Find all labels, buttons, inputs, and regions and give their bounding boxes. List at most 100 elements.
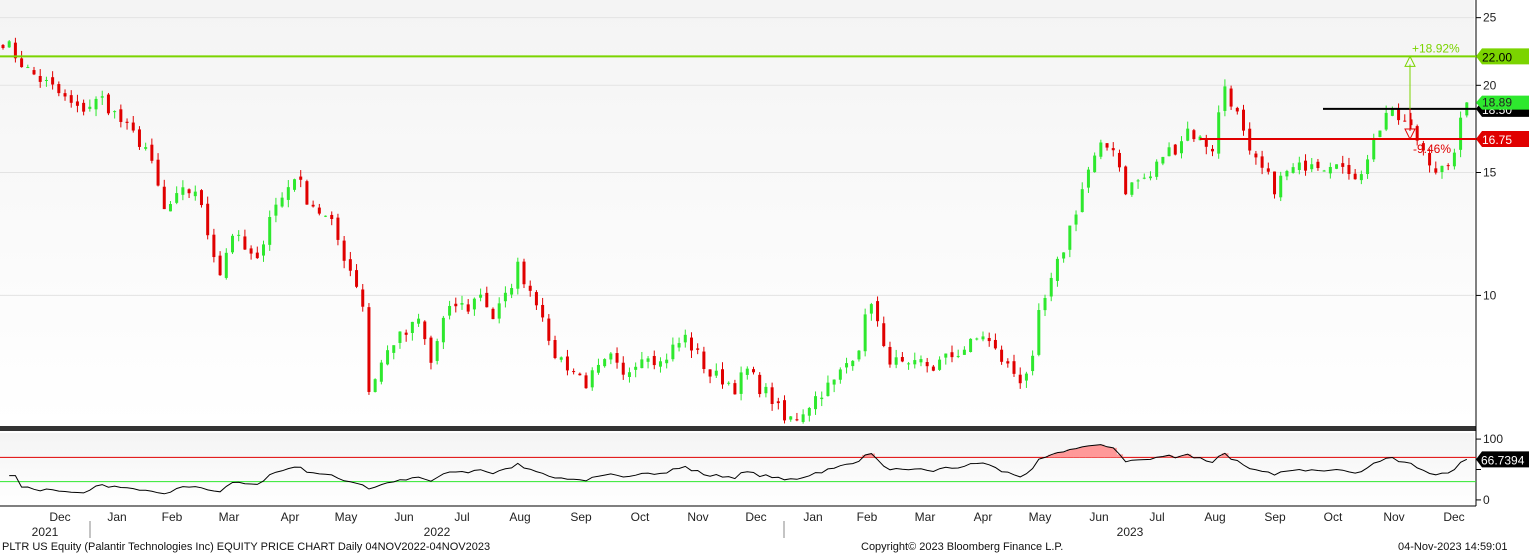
candle-up [677, 343, 681, 348]
price-chart-svg: 10 15 20 25 0 100 Dec Jan Feb Mar Apr May Jun Jul Aug S… [0, 0, 1529, 539]
rsi-overbought-fill [1079, 446, 1086, 458]
x-year-label: 2023 [1117, 525, 1144, 539]
candle-up [646, 358, 650, 362]
candle-up [559, 357, 563, 360]
candle-down [1210, 148, 1214, 152]
candle-up [497, 303, 501, 319]
candle-up [417, 318, 421, 324]
candle-up [981, 336, 985, 340]
candle-up [838, 369, 842, 380]
candle-up [113, 111, 117, 113]
candle-up [1037, 310, 1041, 355]
candle-up [944, 353, 948, 358]
x-month-label: Sep [570, 510, 592, 524]
candle-down [311, 204, 315, 207]
candle-down [355, 270, 359, 287]
candle-up [1099, 142, 1103, 157]
x-month-label: Apr [974, 510, 993, 524]
candle-down [565, 356, 569, 371]
x-month-label: Oct [1324, 510, 1343, 524]
candle-up [1335, 164, 1339, 169]
candle-down [1105, 143, 1109, 148]
candle-down [75, 101, 79, 106]
candle-up [44, 79, 48, 81]
y-tick-label: 10 [1483, 288, 1497, 302]
downside-percent-label: -9.46% [1413, 142, 1451, 156]
candle-down [131, 122, 135, 131]
candle-down [752, 369, 756, 373]
candle-down [1000, 349, 1004, 362]
candle-down [993, 339, 997, 349]
candle-down [423, 321, 427, 340]
candle-up [144, 147, 148, 149]
candle-up [1452, 152, 1456, 167]
last-price-label: 18.89 [1482, 96, 1512, 110]
candle-down [119, 109, 123, 122]
candle-up [1359, 174, 1363, 181]
y-tick-label: 20 [1483, 78, 1497, 92]
candle-down [466, 304, 470, 312]
candle-down [1124, 166, 1128, 195]
candle-up [665, 359, 669, 364]
x-month-label: Jun [1089, 510, 1108, 524]
candle-down [51, 77, 55, 85]
candle-down [1341, 163, 1345, 167]
candle-down [255, 252, 259, 259]
candle-up [472, 298, 476, 310]
x-year-label: 2021 [32, 525, 59, 539]
candle-up [851, 360, 855, 367]
candle-down [187, 189, 191, 194]
candle-down [621, 362, 625, 375]
footer-timestamp: 04-Nov-2023 14:59:01 [1398, 541, 1508, 553]
candle-down [156, 159, 160, 186]
candle-down [330, 214, 334, 219]
candle-up [658, 361, 662, 367]
candle-up [907, 363, 911, 365]
candle-up [100, 96, 104, 98]
candle-up [1223, 86, 1227, 111]
candle-up [1024, 373, 1028, 381]
candle-down [1117, 152, 1121, 168]
candle-up [1167, 147, 1171, 157]
x-month-label: May [1029, 510, 1052, 524]
panel-separator [0, 426, 1476, 431]
candle-up [268, 217, 272, 245]
candle-up [739, 372, 743, 394]
candle-down [720, 369, 724, 385]
candle-up [863, 314, 867, 352]
candle-down [702, 351, 706, 369]
price-panel-bg [0, 0, 1474, 426]
candle-down [162, 186, 166, 210]
candle-down [528, 285, 532, 291]
candle-up [181, 187, 185, 195]
candle-up [262, 244, 266, 256]
candle-down [1235, 107, 1239, 112]
candle-up [845, 363, 849, 368]
candle-down [367, 307, 371, 392]
y-tick-label: 15 [1483, 166, 1497, 180]
candle-up [7, 41, 11, 48]
candle-down [1273, 171, 1277, 195]
candle-down [1316, 161, 1320, 169]
candle-down [541, 304, 545, 318]
candle-up [869, 304, 873, 314]
candle-down [783, 400, 787, 421]
candle-up [94, 98, 98, 110]
x-month-label: Nov [1383, 510, 1404, 524]
candle-down [336, 217, 340, 240]
candle-up [286, 187, 290, 200]
candle-down [199, 190, 203, 206]
candle-up [671, 344, 675, 360]
candle-up [392, 345, 396, 353]
candle-down [491, 308, 495, 320]
candle-up [727, 382, 731, 384]
candle-down [572, 371, 576, 373]
candle-down [1434, 168, 1438, 173]
rsi-overbought-fill [1085, 445, 1093, 458]
candle-down [1242, 109, 1246, 131]
level-tag-label: 16.75 [1482, 133, 1512, 147]
x-month-label: Feb [162, 510, 183, 524]
candle-up [1322, 170, 1326, 172]
candle-up [826, 382, 830, 397]
candle-up [801, 414, 805, 422]
